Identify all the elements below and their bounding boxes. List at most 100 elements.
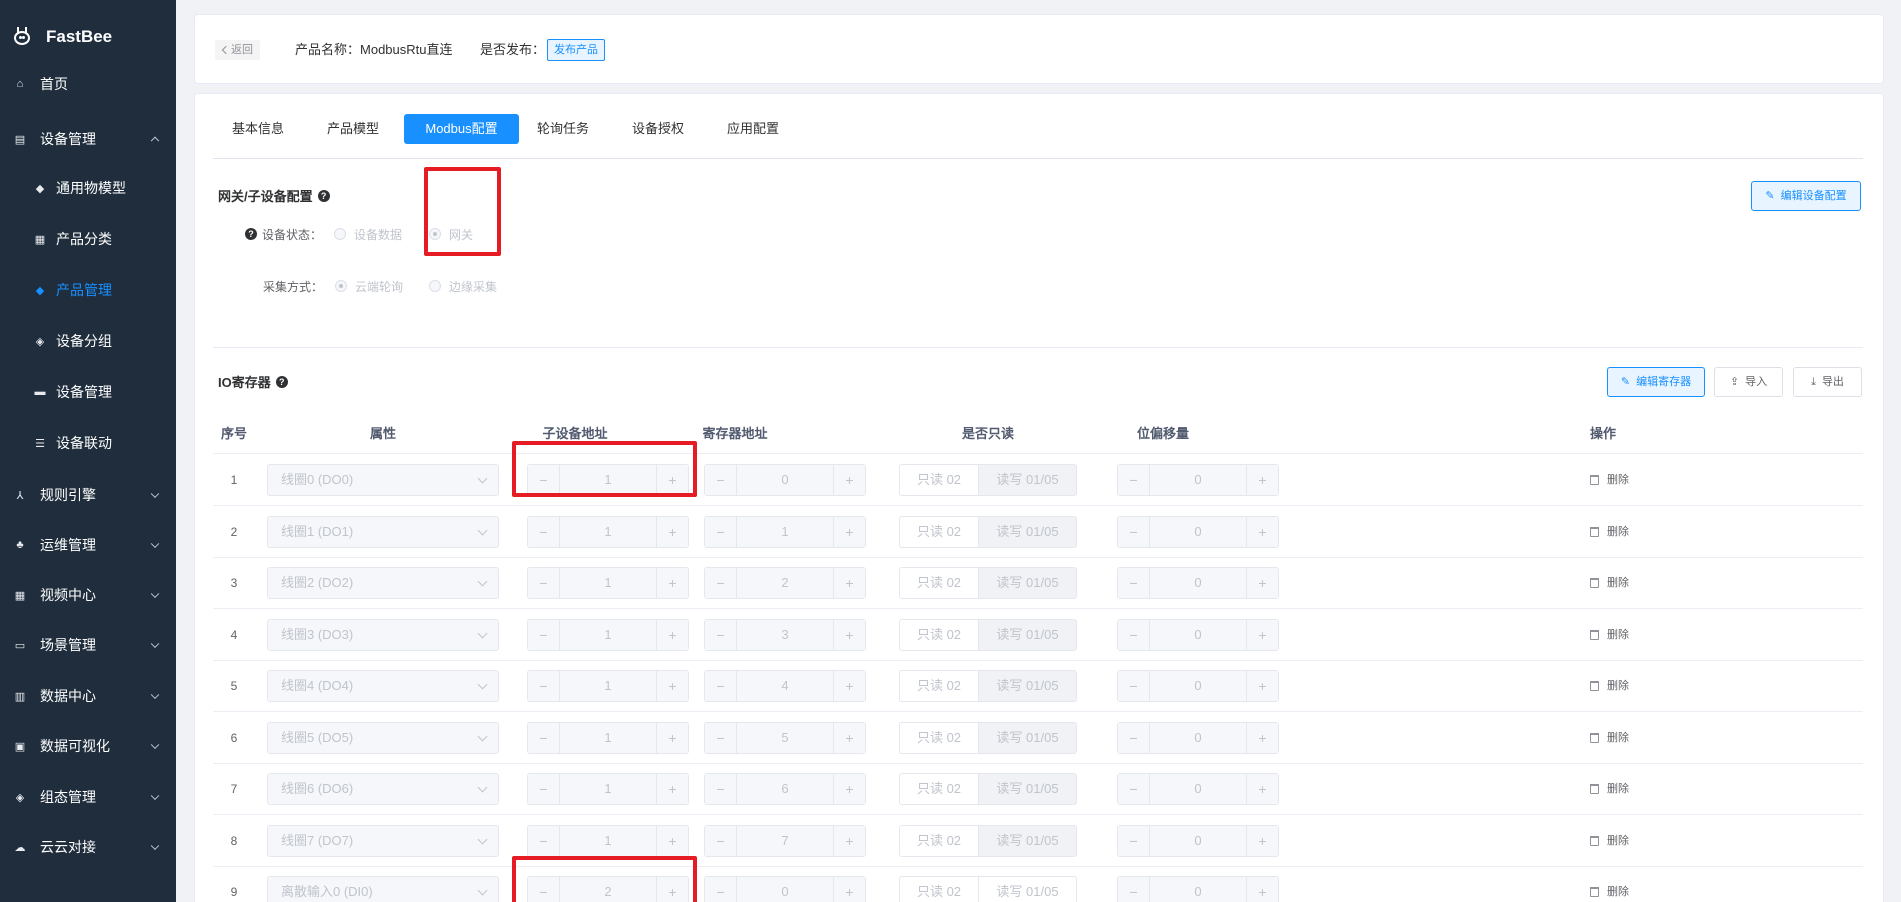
minus-icon[interactable]: − — [705, 877, 737, 902]
register-address-stepper[interactable]: − 0 + — [704, 464, 866, 496]
tab-product-model[interactable]: 产品模型 — [308, 114, 398, 144]
plus-icon[interactable]: + — [1246, 568, 1278, 598]
register-address-stepper[interactable]: − 3 + — [704, 618, 866, 651]
delete-button[interactable]: 删除 — [1590, 763, 1629, 815]
plus-icon[interactable]: + — [1246, 516, 1278, 547]
plus-icon[interactable]: + — [656, 722, 688, 753]
minus-icon[interactable]: − — [705, 568, 737, 598]
menu-product-category[interactable]: ▦ 产品分类 — [0, 215, 176, 263]
minus-icon[interactable]: − — [1118, 825, 1150, 856]
read-write-option[interactable]: 读写 01/05 — [979, 670, 1077, 702]
read-only-option[interactable]: 只读 02 — [899, 670, 979, 702]
sub-address-stepper[interactable]: − 1 + — [527, 515, 689, 548]
bit-offset-stepper[interactable]: − 0 + — [1117, 773, 1279, 805]
edit-register-button[interactable]: ✎ 编辑寄存器 — [1607, 367, 1705, 397]
plus-icon[interactable]: + — [1246, 877, 1278, 902]
menu-home[interactable]: ⌂ 首页 — [0, 60, 176, 108]
read-write-option[interactable]: 读写 01/05 — [979, 567, 1077, 599]
minus-icon[interactable]: − — [705, 774, 737, 804]
minus-icon[interactable]: − — [705, 465, 737, 495]
minus-icon[interactable]: − — [1118, 568, 1150, 598]
read-only-option[interactable]: 只读 02 — [899, 721, 979, 754]
minus-icon[interactable]: − — [1118, 619, 1150, 650]
menu-cloud-integration[interactable]: ☁ 云云对接 — [0, 823, 176, 871]
plus-icon[interactable]: + — [1246, 774, 1278, 804]
radio-cloud-polling[interactable]: 云端轮询 — [335, 278, 403, 295]
plus-icon[interactable]: + — [656, 825, 688, 856]
sub-address-stepper[interactable]: − 1 + — [527, 773, 689, 805]
bit-offset-stepper[interactable]: − 0 + — [1117, 515, 1279, 548]
plus-icon[interactable]: + — [1246, 619, 1278, 650]
help-icon[interactable]: ? — [245, 228, 257, 240]
plus-icon[interactable]: + — [833, 671, 865, 701]
read-only-option[interactable]: 只读 02 — [899, 567, 979, 599]
menu-device-list[interactable]: ▬ 设备管理 — [0, 368, 176, 416]
plus-icon[interactable]: + — [833, 825, 865, 856]
import-button[interactable]: ⇪ 导入 — [1714, 367, 1783, 397]
delete-button[interactable]: 删除 — [1590, 506, 1629, 558]
minus-icon[interactable]: − — [528, 619, 560, 650]
menu-data-center[interactable]: ▥ 数据中心 — [0, 672, 176, 720]
read-write-option[interactable]: 读写 01/05 — [979, 721, 1077, 754]
plus-icon[interactable]: + — [833, 774, 865, 804]
radio-edge-collection[interactable]: 边缘采集 — [429, 278, 497, 295]
sub-address-stepper[interactable]: − 1 + — [527, 618, 689, 651]
delete-button[interactable]: 删除 — [1590, 609, 1629, 661]
edit-device-config-button[interactable]: ✎ 编辑设备配置 — [1751, 181, 1861, 211]
help-icon[interactable]: ? — [317, 189, 330, 202]
bit-offset-stepper[interactable]: − 0 + — [1117, 670, 1279, 702]
attribute-select[interactable]: 线圈5 (DO5) — [267, 721, 499, 754]
plus-icon[interactable]: + — [1246, 722, 1278, 753]
menu-common-model[interactable]: ◆ 通用物模型 — [0, 164, 176, 212]
delete-button[interactable]: 删除 — [1590, 454, 1629, 506]
minus-icon[interactable]: − — [705, 516, 737, 547]
register-address-stepper[interactable]: − 4 + — [704, 670, 866, 702]
attribute-select[interactable]: 线圈7 (DO7) — [267, 824, 499, 857]
sub-address-stepper[interactable]: − 1 + — [527, 670, 689, 702]
radio-device-data[interactable]: 设备数据 — [334, 226, 402, 243]
attribute-select[interactable]: 线圈4 (DO4) — [267, 670, 499, 702]
attribute-select[interactable]: 线圈1 (DO1) — [267, 515, 499, 548]
minus-icon[interactable]: − — [705, 825, 737, 856]
minus-icon[interactable]: − — [528, 516, 560, 547]
tab-device-auth[interactable]: 设备授权 — [618, 114, 698, 144]
tab-polling-task[interactable]: 轮询任务 — [523, 114, 603, 144]
attribute-select[interactable]: 线圈3 (DO3) — [267, 618, 499, 651]
register-address-stepper[interactable]: − 0 + — [704, 876, 866, 902]
read-only-option[interactable]: 只读 02 — [899, 773, 979, 805]
minus-icon[interactable]: − — [1118, 722, 1150, 753]
bit-offset-stepper[interactable]: − 0 + — [1117, 618, 1279, 651]
attribute-select[interactable]: 线圈6 (DO6) — [267, 773, 499, 805]
plus-icon[interactable]: + — [833, 722, 865, 753]
delete-button[interactable]: 删除 — [1590, 660, 1629, 712]
back-button[interactable]: 返回 — [215, 40, 260, 60]
sub-address-stepper[interactable]: − 1 + — [527, 567, 689, 599]
bit-offset-stepper[interactable]: − 0 + — [1117, 824, 1279, 857]
register-address-stepper[interactable]: − 2 + — [704, 567, 866, 599]
minus-icon[interactable]: − — [705, 619, 737, 650]
attribute-select[interactable]: 线圈0 (DO0) — [267, 464, 499, 496]
sub-address-stepper[interactable]: − 1 + — [527, 721, 689, 754]
read-only-option[interactable]: 只读 02 — [899, 876, 979, 902]
minus-icon[interactable]: − — [1118, 516, 1150, 547]
plus-icon[interactable]: + — [656, 619, 688, 650]
read-write-option[interactable]: 读写 01/05 — [979, 464, 1077, 496]
plus-icon[interactable]: + — [1246, 671, 1278, 701]
attribute-select[interactable]: 线圈2 (DO2) — [267, 567, 499, 599]
minus-icon[interactable]: − — [705, 671, 737, 701]
menu-scada-management[interactable]: ◈ 组态管理 — [0, 773, 176, 821]
plus-icon[interactable]: + — [656, 671, 688, 701]
register-address-stepper[interactable]: − 1 + — [704, 515, 866, 548]
minus-icon[interactable]: − — [528, 722, 560, 753]
attribute-select[interactable]: 离散输入0 (DI0) — [267, 876, 499, 902]
menu-video-center[interactable]: ▦ 视频中心 — [0, 571, 176, 619]
plus-icon[interactable]: + — [1246, 465, 1278, 495]
minus-icon[interactable]: − — [528, 568, 560, 598]
read-write-option[interactable]: 读写 01/05 — [979, 876, 1077, 902]
menu-device-linkage[interactable]: ☰ 设备联动 — [0, 419, 176, 467]
minus-icon[interactable]: − — [1118, 877, 1150, 902]
bit-offset-stepper[interactable]: − 0 + — [1117, 464, 1279, 496]
menu-product-management[interactable]: ◆ 产品管理 — [0, 266, 176, 314]
delete-button[interactable]: 删除 — [1590, 712, 1629, 764]
menu-ops-management[interactable]: ♣ 运维管理 — [0, 521, 176, 569]
